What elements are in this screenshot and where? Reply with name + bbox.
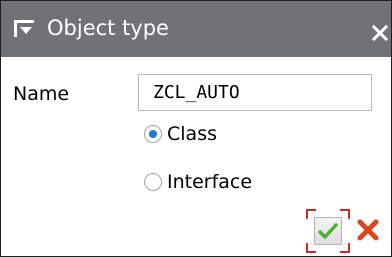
radio-button-class[interactable]	[144, 125, 162, 143]
radio-button-interface[interactable]	[144, 173, 162, 191]
cancel-button[interactable]	[353, 215, 383, 245]
checkmark-icon	[318, 223, 338, 239]
object-type-dialog: Object type Name Class Interface	[0, 0, 392, 257]
ok-button[interactable]	[314, 217, 342, 245]
dialog-titlebar[interactable]: Object type	[1, 1, 391, 57]
name-label: Name	[13, 83, 70, 105]
dialog-window-icon	[14, 20, 34, 37]
radio-label-interface: Interface	[167, 171, 253, 193]
radio-label-class: Class	[167, 123, 217, 145]
radio-option-interface[interactable]: Interface	[144, 169, 252, 195]
radio-option-class[interactable]: Class	[144, 121, 217, 147]
ok-button-focus	[306, 209, 350, 253]
close-icon[interactable]	[369, 22, 391, 44]
red-x-icon	[357, 219, 379, 241]
dialog-title: Object type	[47, 16, 169, 40]
name-input[interactable]	[138, 74, 372, 111]
